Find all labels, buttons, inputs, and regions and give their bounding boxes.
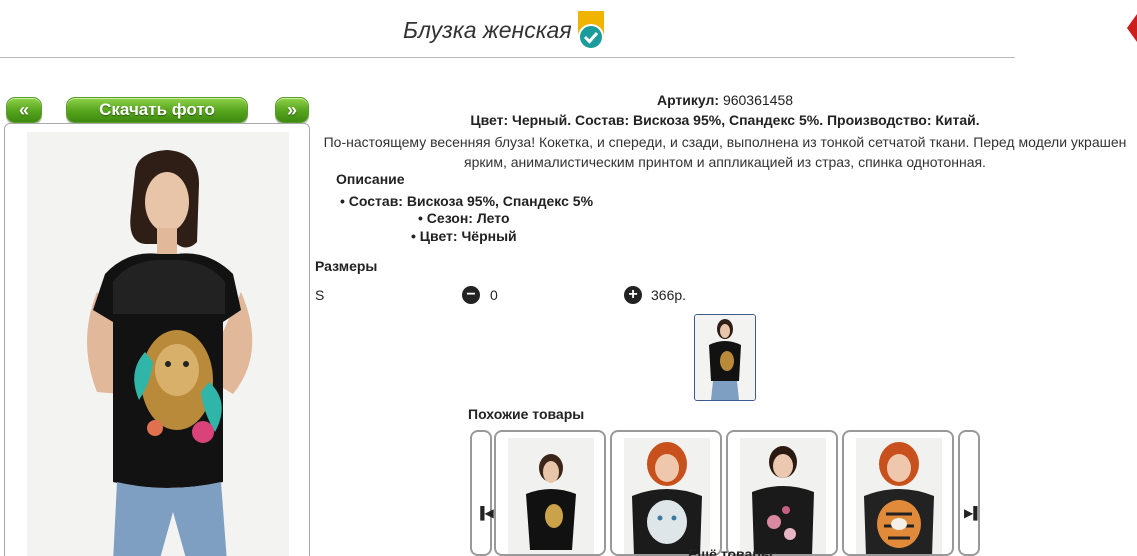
title-row: Блузка женская [0,8,1015,58]
prev-photo-button[interactable]: « [6,97,42,123]
price-value: 366р. [651,287,687,303]
increase-quantity-button[interactable]: + [624,286,642,304]
spec-item: Состав: Вискоза 95%, Спандекс 5% [340,193,593,209]
sizes-heading: Размеры [315,258,378,274]
size-label: S [315,287,325,303]
description-heading: Описание [336,171,405,187]
download-photo-button[interactable]: Скачать фото [66,97,248,123]
more-products-heading: Ещё товары: [688,546,778,556]
similar-item-image [740,438,826,554]
carousel-prev-button[interactable]: ▐◀ [470,430,494,556]
quantity-value: 0 [490,287,498,303]
article-line: Артикул: 960361458 [313,92,1137,108]
article-label: Артикул: [656,92,720,108]
product-photo[interactable] [27,132,289,556]
carousel-prev-icon: ▐◀ [476,506,494,520]
similar-heading: Похожие товары [468,406,585,422]
product-description: По-настоящему весенняя блуза! Кокетка, и… [313,132,1137,172]
carousel-next-button[interactable]: ▶▌ [958,430,982,556]
similar-item[interactable] [494,430,606,556]
carousel-next-icon: ▶▌ [964,506,982,520]
similar-item[interactable] [726,430,838,556]
similar-item[interactable] [610,430,722,556]
page-title: Блузка женская [403,17,572,43]
next-photo-button[interactable]: » [275,97,309,123]
spec-item: Сезон: Лето [418,210,510,226]
thumbnail-image [695,315,755,400]
photo-thumbnail[interactable] [694,314,756,401]
verified-icon [578,11,604,50]
similar-item-image [624,438,710,554]
spec-item: Цвет: Чёрный [411,228,517,244]
similar-item-image [508,438,594,554]
similar-item[interactable] [842,430,954,556]
main-photo-frame [4,123,310,556]
decrease-quantity-button[interactable]: − [462,286,480,304]
description-line-1: По-настоящему весенняя блуза! Кокетка, и… [323,134,1127,150]
similar-item-image [856,438,942,554]
article-value: 960361458 [722,92,794,108]
description-line-2: ярким, анималистическим принтом и апплик… [464,154,986,170]
arrow-left-icon[interactable] [1127,14,1137,42]
color-line: Цвет: Черный. Состав: Вискоза 95%, Спанд… [470,112,980,128]
